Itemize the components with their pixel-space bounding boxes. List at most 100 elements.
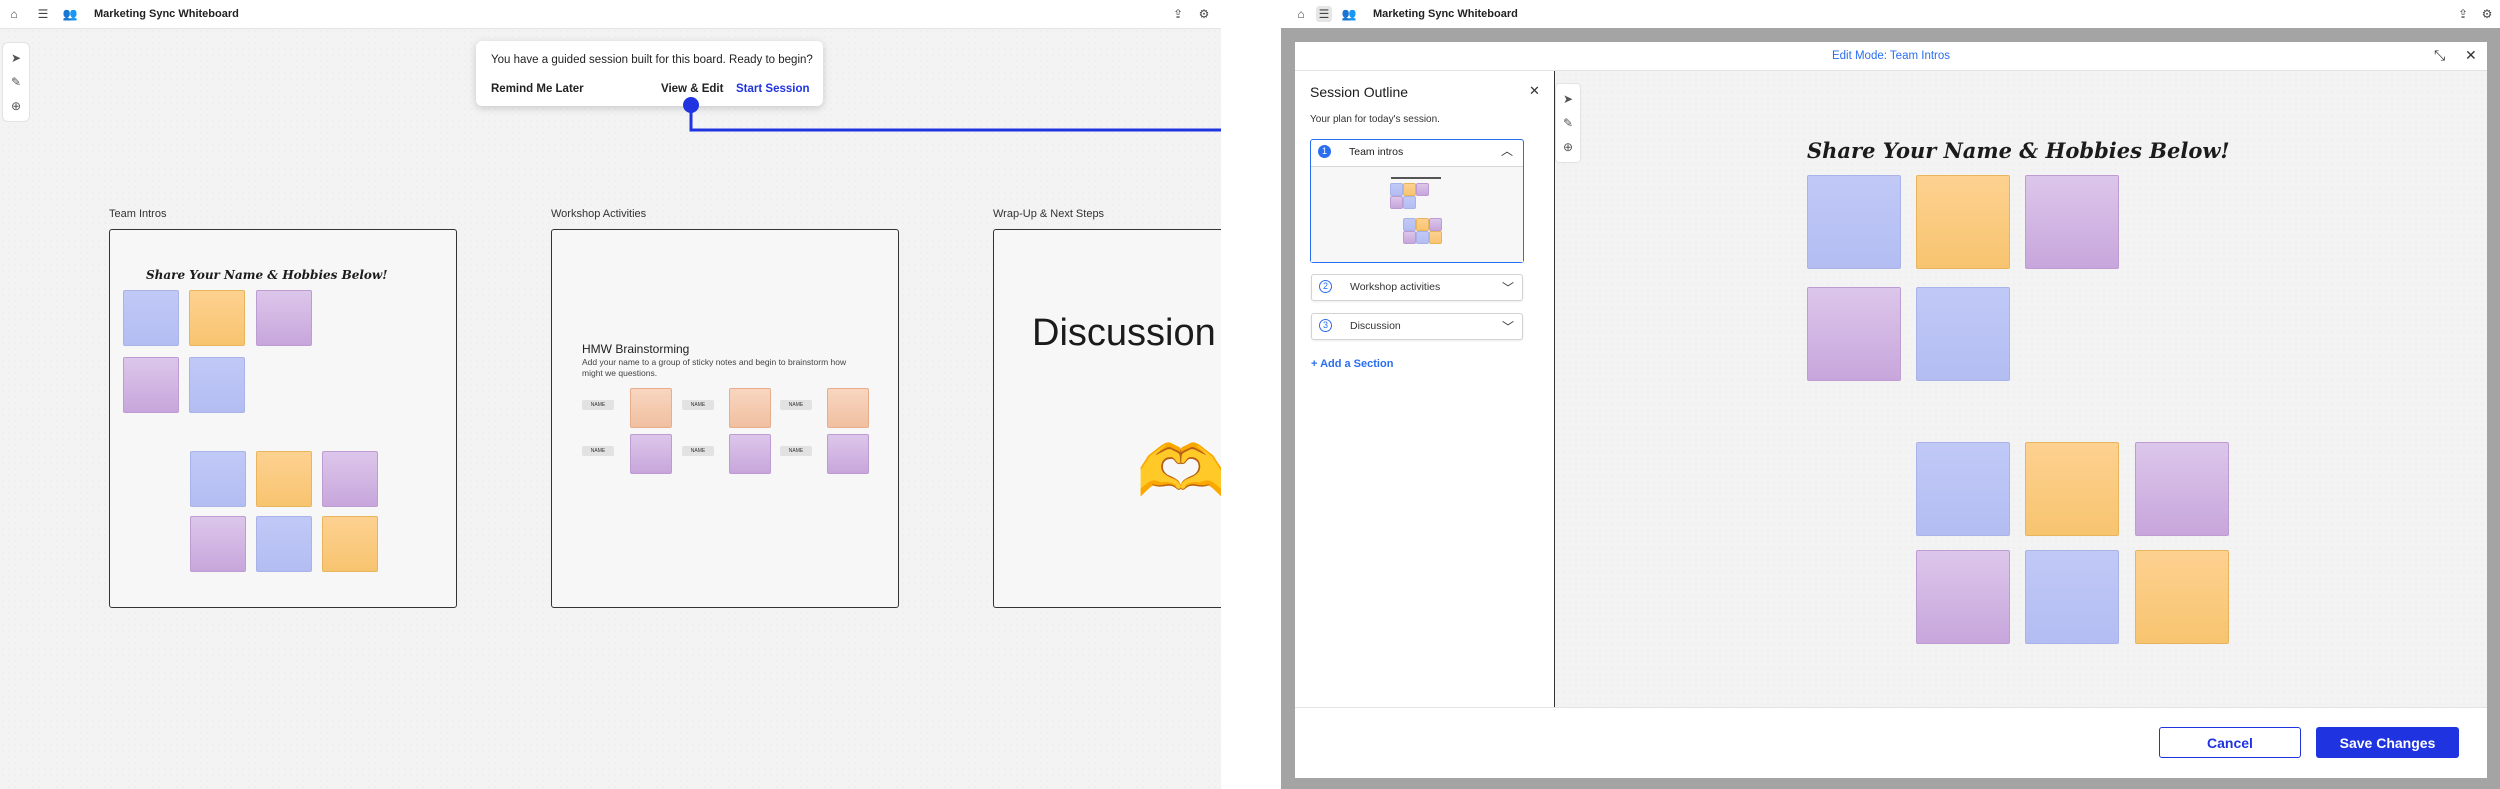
- thumb-sticky: [1429, 218, 1442, 231]
- view-edit-button[interactable]: View & Edit: [661, 83, 723, 95]
- guided-session-popup: You have a guided session built for this…: [476, 41, 823, 106]
- pen-icon[interactable]: ✎: [11, 75, 21, 89]
- sticky-note[interactable]: [190, 451, 246, 507]
- home-icon[interactable]: ⌂: [1293, 6, 1309, 22]
- edit-canvas[interactable]: [1555, 71, 2487, 707]
- sticky-note[interactable]: [189, 357, 245, 413]
- thumb-sticky: [1390, 196, 1403, 209]
- add-circle-icon[interactable]: ⊕: [1563, 140, 1573, 154]
- sticky-note-stack[interactable]: [630, 388, 672, 428]
- thumb-sticky: [1403, 218, 1416, 231]
- name-tag[interactable]: NAME: [780, 446, 812, 456]
- sticky-note[interactable]: [256, 290, 312, 346]
- frame-team-intros[interactable]: Share Your Name & Hobbies Below!: [109, 229, 457, 608]
- thumb-sticky: [1403, 183, 1416, 196]
- chevron-down-icon[interactable]: ﹀: [1502, 318, 1514, 335]
- pointer-icon[interactable]: ➤: [1563, 92, 1573, 106]
- gear-icon[interactable]: ⚙: [1196, 6, 1212, 22]
- share-icon[interactable]: ⇪: [2455, 6, 2471, 22]
- frame-label-wrap-up: Wrap-Up & Next Steps: [993, 208, 1105, 220]
- sticky-note[interactable]: [322, 516, 378, 572]
- chevron-down-icon[interactable]: ﹀: [1502, 279, 1514, 296]
- sticky-note-stack[interactable]: [630, 434, 672, 474]
- gear-icon[interactable]: ⚙: [2479, 6, 2495, 22]
- sticky-note-stack[interactable]: [729, 388, 771, 428]
- thumb-sticky: [1403, 231, 1416, 244]
- sticky-note[interactable]: [190, 516, 246, 572]
- sticky-note[interactable]: [1916, 442, 2010, 536]
- frame-workshop-activities[interactable]: HMW Brainstorming Add your name to a gro…: [551, 229, 899, 608]
- pointer-icon[interactable]: ➤: [11, 51, 21, 65]
- canvas-heading: Share Your Name & Hobbies Below!: [1807, 138, 2230, 163]
- frame-wrap-up[interactable]: Discussion 🫶: [993, 229, 1221, 608]
- dialog-title: Edit Mode: Team Intros: [1831, 50, 1951, 62]
- right-top-bar: ⌂ ☰ 👥 Marketing Sync Whiteboard ⇪ ⚙: [1281, 0, 2500, 29]
- name-tag[interactable]: NAME: [682, 446, 714, 456]
- sticky-note-stack[interactable]: [827, 388, 869, 428]
- people-icon[interactable]: 👥: [62, 6, 78, 22]
- sticky-note[interactable]: [2135, 442, 2229, 536]
- people-icon[interactable]: 👥: [1341, 6, 1357, 22]
- sticky-note[interactable]: [256, 516, 312, 572]
- sticky-note[interactable]: [189, 290, 245, 346]
- close-icon[interactable]: ✕: [1529, 83, 1540, 99]
- dialog-footer: [1295, 707, 2487, 778]
- section-label: Workshop activities: [1350, 281, 1441, 293]
- sticky-note[interactable]: [123, 357, 179, 413]
- outline-item-team-intros[interactable]: 1 Team intros ︿: [1310, 139, 1524, 263]
- thumb-sticky: [1416, 183, 1429, 196]
- name-tag[interactable]: NAME: [582, 400, 614, 410]
- sticky-note[interactable]: [1916, 550, 2010, 644]
- board-panel-icon[interactable]: ☰: [35, 6, 51, 22]
- cancel-button[interactable]: Cancel: [2159, 727, 2301, 758]
- chevron-up-icon[interactable]: ︿: [1501, 142, 1513, 159]
- name-tag[interactable]: NAME: [682, 400, 714, 410]
- left-side-toolbar: ➤ ✎ ⊕: [2, 42, 30, 122]
- board-panel-icon[interactable]: ☰: [1316, 6, 1332, 22]
- close-icon[interactable]: ✕: [2465, 47, 2477, 64]
- sticky-note[interactable]: [2025, 550, 2119, 644]
- frame-heading: Share Your Name & Hobbies Below!: [146, 268, 388, 282]
- add-circle-icon[interactable]: ⊕: [11, 99, 21, 113]
- outline-item-discussion[interactable]: 3 Discussion ﹀: [1311, 313, 1523, 340]
- sticky-note-stack[interactable]: [729, 434, 771, 474]
- thumb-sticky: [1416, 218, 1429, 231]
- thumb-sticky: [1390, 183, 1403, 196]
- sticky-note[interactable]: [256, 451, 312, 507]
- sticky-note[interactable]: [123, 290, 179, 346]
- frame-label-team-intros: Team Intros: [109, 208, 167, 220]
- add-section-link[interactable]: + Add a Section: [1311, 358, 1393, 370]
- left-top-bar: ⌂ ☰ 👥 Marketing Sync Whiteboard ⇪ ⚙: [0, 0, 1221, 29]
- start-session-button[interactable]: Start Session: [736, 83, 810, 95]
- save-changes-button[interactable]: Save Changes: [2316, 727, 2459, 758]
- section-thumbnail[interactable]: [1311, 167, 1523, 262]
- outline-title: Session Outline: [1310, 84, 1409, 100]
- name-tag[interactable]: NAME: [780, 400, 812, 410]
- remind-later-button[interactable]: Remind Me Later: [491, 83, 584, 95]
- sticky-note[interactable]: [2025, 175, 2119, 269]
- sticky-note-stack[interactable]: [827, 434, 869, 474]
- sticky-note[interactable]: [1916, 287, 2010, 381]
- edit-side-toolbar: ➤ ✎ ⊕: [1555, 83, 1581, 163]
- section-number: 3: [1319, 319, 1332, 332]
- frame-label-workshop: Workshop Activities: [551, 208, 647, 220]
- section-number: 1: [1318, 145, 1331, 158]
- share-icon[interactable]: ⇪: [1170, 6, 1186, 22]
- pen-icon[interactable]: ✎: [1563, 116, 1573, 130]
- sticky-note[interactable]: [1807, 175, 1901, 269]
- sticky-note[interactable]: [1916, 175, 2010, 269]
- frame-heading: HMW Brainstorming: [582, 342, 690, 356]
- thumb-sticky: [1416, 231, 1429, 244]
- sticky-note[interactable]: [322, 451, 378, 507]
- collapse-icon[interactable]: ⤡: [2434, 47, 2445, 64]
- sticky-note[interactable]: [2135, 550, 2229, 644]
- thumb-sticky: [1403, 196, 1416, 209]
- sticky-note[interactable]: [1807, 287, 1901, 381]
- home-icon[interactable]: ⌂: [6, 6, 22, 22]
- name-tag[interactable]: NAME: [582, 446, 614, 456]
- outline-item-workshop[interactable]: 2 Workshop activities ﹀: [1311, 274, 1523, 301]
- app-title: Marketing Sync Whiteboard: [94, 8, 239, 20]
- sticky-note[interactable]: [2025, 442, 2119, 536]
- gap-white: [1221, 0, 1281, 789]
- frame-clip: Discussion 🫶: [993, 229, 1221, 609]
